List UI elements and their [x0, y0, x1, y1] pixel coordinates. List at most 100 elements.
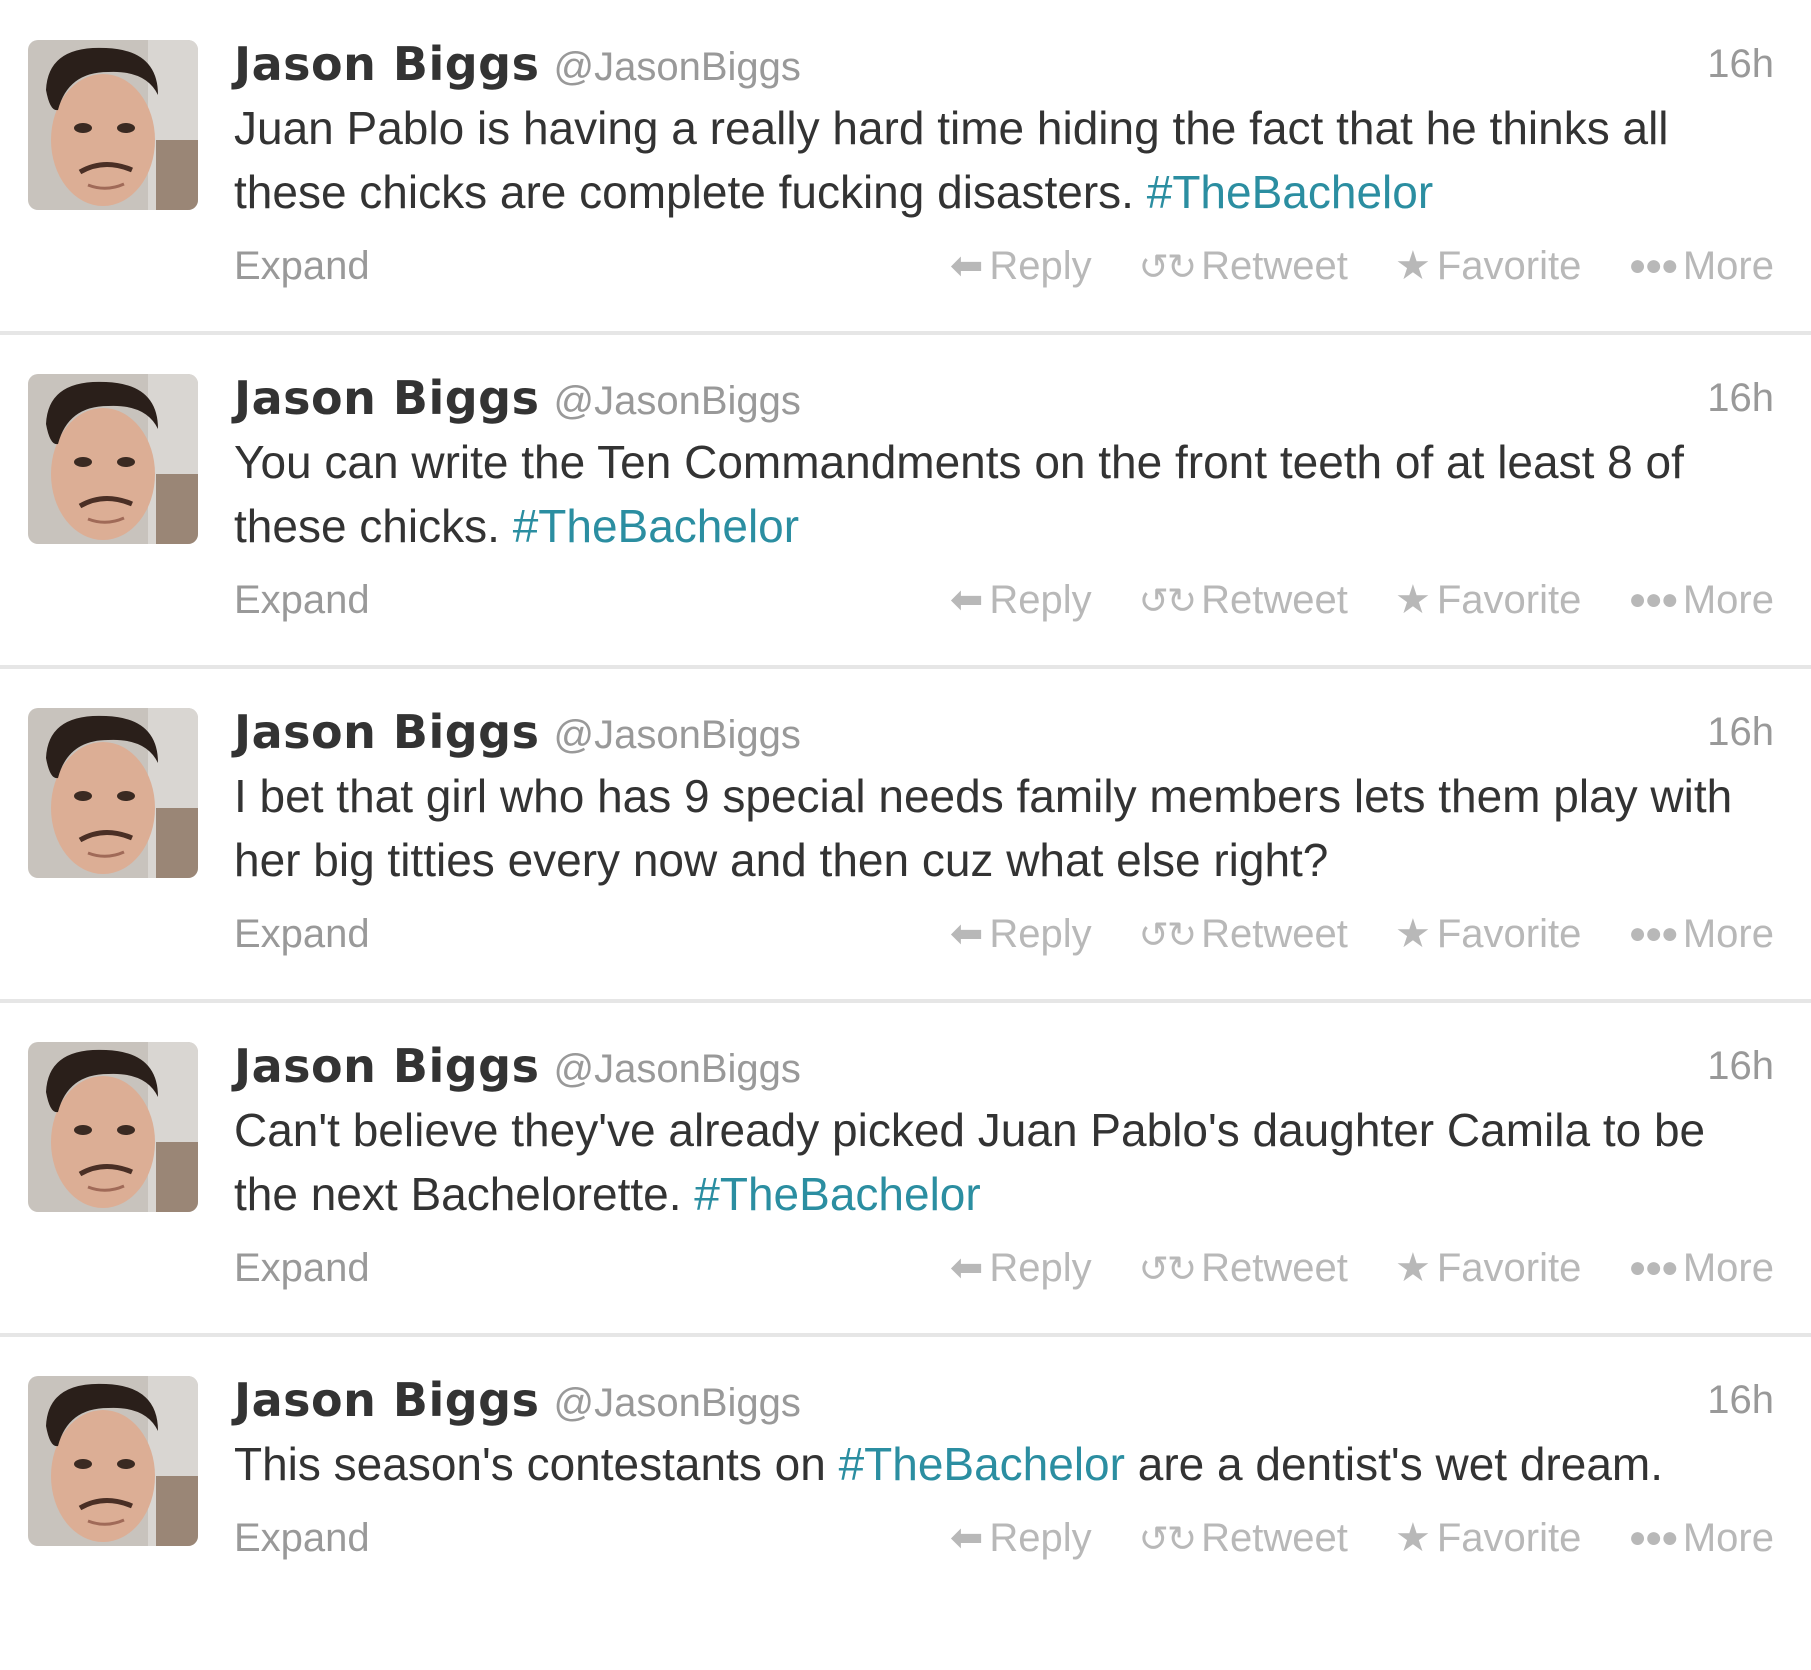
more-action[interactable]: ●●● More	[1628, 1232, 1774, 1304]
expand-link[interactable]: Expand	[234, 578, 370, 622]
more-action[interactable]: ●●● More	[1628, 564, 1774, 636]
tweet-footer: Expand ⬅ Reply ↺↻ Retweet ★ Favorite ●●● Mor…	[234, 1232, 1774, 1304]
favorite-label: Favorite	[1436, 1246, 1582, 1290]
avatar[interactable]	[28, 1042, 198, 1212]
retweet-icon: ↺↻	[1138, 1248, 1197, 1289]
favorite-label: Favorite	[1436, 578, 1582, 622]
tweet[interactable]: Jason Biggs @JasonBiggs 16h Juan Pablo is…	[0, 0, 1811, 334]
user-handle[interactable]: @JasonBiggs	[553, 1381, 800, 1425]
reply-action[interactable]: ⬅ Reply	[950, 1502, 1092, 1574]
favorite-action[interactable]: ★ Favorite	[1395, 1232, 1581, 1304]
tweet[interactable]: Jason Biggs @JasonBiggs 16h I bet that gi…	[0, 668, 1811, 1002]
tweet[interactable]: Jason Biggs @JasonBiggs 16h Can't believe…	[0, 1002, 1811, 1336]
more-action[interactable]: ●●● More	[1628, 1502, 1774, 1574]
retweet-action[interactable]: ↺↻ Retweet	[1139, 230, 1348, 303]
reply-arrow-icon: ⬅	[949, 1516, 984, 1560]
favorite-label: Favorite	[1436, 244, 1582, 288]
retweet-label: Retweet	[1201, 578, 1348, 622]
more-action[interactable]: ●●● More	[1628, 898, 1774, 970]
star-icon: ★	[1395, 912, 1431, 956]
expand-link[interactable]: Expand	[234, 1246, 370, 1290]
ellipsis-icon: ●●●	[1628, 917, 1678, 950]
expand-link[interactable]: Expand	[234, 912, 370, 956]
retweet-label: Retweet	[1201, 1516, 1348, 1560]
tweet-header: Jason Biggs @JasonBiggs 16h	[234, 32, 1774, 96]
more-action[interactable]: ●●● More	[1628, 230, 1774, 302]
tweet-header: Jason Biggs @JasonBiggs 16h	[234, 1368, 1774, 1432]
retweet-action[interactable]: ↺↻ Retweet	[1139, 564, 1348, 637]
ellipsis-icon: ●●●	[1628, 249, 1678, 282]
tweet-text: Can't believe they've already picked Jua…	[234, 1098, 1774, 1226]
favorite-action[interactable]: ★ Favorite	[1395, 564, 1581, 636]
reply-label: Reply	[989, 244, 1092, 288]
favorite-label: Favorite	[1436, 1516, 1582, 1560]
tweet-header: Jason Biggs @JasonBiggs 16h	[234, 366, 1774, 430]
tweet-timeline: Jason Biggs @JasonBiggs 16h Juan Pablo is…	[0, 0, 1811, 1668]
reply-label: Reply	[989, 912, 1092, 956]
tweet-footer: Expand ⬅ Reply ↺↻ Retweet ★ Favorite ●●● Mor…	[234, 898, 1774, 970]
retweet-action[interactable]: ↺↻ Retweet	[1139, 1502, 1348, 1575]
reply-label: Reply	[989, 578, 1092, 622]
reply-action[interactable]: ⬅ Reply	[950, 230, 1092, 302]
tweet-actions: ⬅ Reply ↺↻ Retweet ★ Favorite ●●● More	[914, 564, 1774, 637]
expand-link[interactable]: Expand	[234, 244, 370, 288]
tweet-footer: Expand ⬅ Reply ↺↻ Retweet ★ Favorite ●●● Mor…	[234, 564, 1774, 636]
retweet-icon: ↺↻	[1138, 1518, 1197, 1559]
tweet-timestamp[interactable]: 16h	[1707, 700, 1774, 764]
retweet-label: Retweet	[1201, 244, 1348, 288]
user-handle[interactable]: @JasonBiggs	[553, 379, 800, 423]
tweet-text: I bet that girl who has 9 special needs …	[234, 764, 1774, 892]
user-fullname[interactable]: Jason Biggs	[234, 1039, 539, 1093]
user-fullname[interactable]: Jason Biggs	[234, 1373, 539, 1427]
avatar[interactable]	[28, 40, 198, 210]
tweet-actions: ⬅ Reply ↺↻ Retweet ★ Favorite ●●● More	[914, 1232, 1774, 1305]
reply-action[interactable]: ⬅ Reply	[950, 564, 1092, 636]
avatar-image	[28, 1376, 198, 1546]
tweet-timestamp[interactable]: 16h	[1707, 366, 1774, 430]
favorite-action[interactable]: ★ Favorite	[1395, 230, 1581, 302]
avatar[interactable]	[28, 708, 198, 878]
retweet-label: Retweet	[1201, 1246, 1348, 1290]
avatar[interactable]	[28, 1376, 198, 1546]
tweet-actions: ⬅ Reply ↺↻ Retweet ★ Favorite ●●● More	[914, 1502, 1774, 1575]
tweet-content: Jason Biggs @JasonBiggs 16h You can write…	[234, 366, 1774, 636]
user-handle[interactable]: @JasonBiggs	[553, 45, 800, 89]
retweet-action[interactable]: ↺↻ Retweet	[1139, 898, 1348, 971]
tweet[interactable]: Jason Biggs @JasonBiggs 16h This season's…	[0, 1336, 1811, 1670]
retweet-label: Retweet	[1201, 912, 1348, 956]
star-icon: ★	[1395, 578, 1431, 622]
tweet-timestamp[interactable]: 16h	[1707, 1034, 1774, 1098]
hashtag-link[interactable]: #TheBachelor	[513, 500, 799, 552]
reply-arrow-icon: ⬅	[949, 578, 984, 622]
retweet-action[interactable]: ↺↻ Retweet	[1139, 1232, 1348, 1305]
favorite-action[interactable]: ★ Favorite	[1395, 1502, 1581, 1574]
retweet-icon: ↺↻	[1138, 246, 1197, 287]
retweet-icon: ↺↻	[1138, 580, 1197, 621]
reply-action[interactable]: ⬅ Reply	[950, 1232, 1092, 1304]
more-label: More	[1682, 244, 1774, 288]
hashtag-link[interactable]: #TheBachelor	[1147, 166, 1433, 218]
star-icon: ★	[1395, 1516, 1431, 1560]
hashtag-link[interactable]: #TheBachelor	[694, 1168, 980, 1220]
reply-action[interactable]: ⬅ Reply	[950, 898, 1092, 970]
avatar[interactable]	[28, 374, 198, 544]
hashtag-link[interactable]: #TheBachelor	[839, 1438, 1125, 1490]
user-handle[interactable]: @JasonBiggs	[553, 713, 800, 757]
tweet-timestamp[interactable]: 16h	[1707, 1368, 1774, 1432]
user-fullname[interactable]: Jason Biggs	[234, 371, 539, 425]
tweet-text-part: This season's contestants on	[234, 1438, 839, 1490]
user-handle[interactable]: @JasonBiggs	[553, 1047, 800, 1091]
reply-label: Reply	[989, 1246, 1092, 1290]
more-label: More	[1682, 1516, 1774, 1560]
expand-link[interactable]: Expand	[234, 1516, 370, 1560]
tweet-text: This season's contestants on #TheBachelo…	[234, 1432, 1774, 1496]
user-fullname[interactable]: Jason Biggs	[234, 705, 539, 759]
ellipsis-icon: ●●●	[1628, 583, 1678, 616]
favorite-action[interactable]: ★ Favorite	[1395, 898, 1581, 970]
tweet-content: Jason Biggs @JasonBiggs 16h Juan Pablo is…	[234, 32, 1774, 302]
tweet[interactable]: Jason Biggs @JasonBiggs 16h You can write…	[0, 334, 1811, 668]
user-fullname[interactable]: Jason Biggs	[234, 37, 539, 91]
avatar-image	[28, 1042, 198, 1212]
tweet-text-part: are a dentist's wet dream.	[1124, 1438, 1663, 1490]
tweet-timestamp[interactable]: 16h	[1707, 32, 1774, 96]
